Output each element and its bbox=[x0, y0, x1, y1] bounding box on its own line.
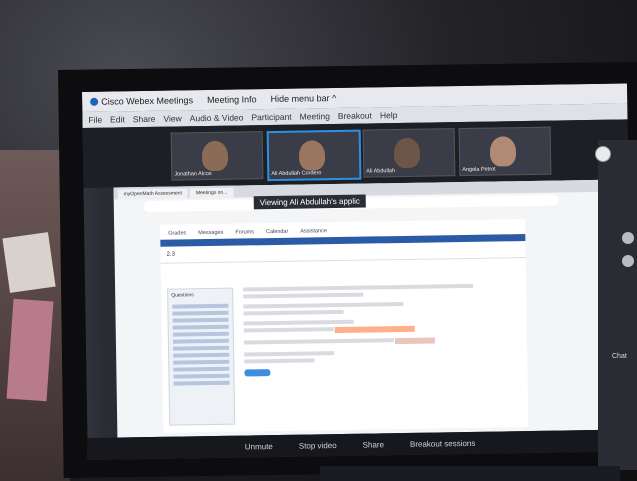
question-link[interactable] bbox=[173, 352, 230, 358]
menu-help[interactable]: Help bbox=[380, 110, 398, 120]
nav-calendar[interactable]: Calendar bbox=[266, 229, 288, 235]
shared-browser-window: myOpenMath Assessment Meetings on... Vie… bbox=[113, 179, 603, 438]
question-list-sidebar: Questions bbox=[167, 287, 236, 426]
stop-video-button[interactable]: Stop video bbox=[299, 441, 337, 451]
browser-tab[interactable]: Meetings on... bbox=[189, 187, 234, 199]
unmute-button[interactable]: Unmute bbox=[245, 442, 273, 451]
os-taskbar bbox=[320, 466, 620, 481]
browser-tab[interactable]: myOpenMath Assessment bbox=[117, 188, 189, 200]
submit-row bbox=[244, 366, 519, 379]
question-content bbox=[243, 283, 520, 422]
menu-meeting[interactable]: Meeting bbox=[300, 111, 330, 121]
webex-logo-icon bbox=[90, 97, 99, 106]
question-link[interactable] bbox=[172, 310, 229, 316]
video-strip: Jonathan Alcos Ali Abdullah Cordero Ali … bbox=[82, 119, 629, 188]
menu-audio-video[interactable]: Audio & Video bbox=[190, 112, 244, 123]
nav-grades[interactable]: Grades bbox=[168, 230, 186, 236]
participant-name: Ali Abdullah bbox=[366, 168, 396, 175]
lms-page: Grades Messages Forums Calendar Assistan… bbox=[160, 219, 529, 433]
meeting-info-button[interactable]: Meeting Info bbox=[207, 94, 257, 105]
nav-forums[interactable]: Forums bbox=[235, 229, 254, 235]
participant-face bbox=[393, 137, 421, 169]
menu-participant[interactable]: Participant bbox=[251, 112, 291, 123]
question-link[interactable] bbox=[172, 303, 229, 309]
nav-messages[interactable]: Messages bbox=[198, 230, 223, 236]
hide-menu-button[interactable]: Hide menu bar ^ bbox=[270, 93, 336, 104]
menu-file[interactable]: File bbox=[88, 115, 102, 125]
participant-video[interactable]: Angela Petrot bbox=[458, 126, 552, 177]
question-part-b bbox=[243, 317, 519, 335]
monitor-screen: Cisco Webex Meetings Meeting Info Hide m… bbox=[82, 83, 633, 460]
question-text-block bbox=[243, 283, 518, 299]
sidebar-title: Questions bbox=[171, 292, 194, 299]
question-link[interactable] bbox=[173, 373, 230, 379]
question-link[interactable] bbox=[173, 359, 230, 365]
question-link[interactable] bbox=[173, 380, 230, 386]
webex-app-title: Cisco Webex Meetings bbox=[90, 95, 193, 107]
question-part-c bbox=[243, 336, 519, 347]
menu-share[interactable]: Share bbox=[133, 114, 156, 124]
submit-button[interactable] bbox=[244, 369, 271, 377]
answer-input-highlight[interactable] bbox=[335, 325, 416, 334]
share-button[interactable]: Share bbox=[363, 440, 384, 449]
camera-icon[interactable] bbox=[595, 146, 611, 162]
participant-video[interactable]: Jonathan Alcos bbox=[170, 131, 264, 181]
participant-name: Jonathan Alcos bbox=[174, 170, 212, 178]
photo-scene: Cisco Webex Meetings Meeting Info Hide m… bbox=[0, 0, 637, 481]
question-link[interactable] bbox=[173, 345, 230, 351]
participant-name: Ali Abdullah Cordero bbox=[271, 170, 322, 178]
participant-name: Angela Petrot bbox=[462, 166, 496, 174]
participant-video-active[interactable]: Ali Abdullah Cordero bbox=[266, 129, 362, 182]
question-link[interactable] bbox=[172, 317, 229, 323]
participant-face bbox=[489, 136, 517, 167]
question-link[interactable] bbox=[172, 331, 229, 337]
paper-note bbox=[2, 232, 56, 293]
participant-face bbox=[201, 140, 229, 172]
menu-breakout[interactable]: Breakout bbox=[338, 110, 372, 121]
chat-panel-label[interactable]: Chat bbox=[612, 353, 627, 360]
dropdown-select[interactable] bbox=[395, 337, 436, 345]
panel-avatar bbox=[622, 232, 634, 244]
breakout-button[interactable]: Breakout sessions bbox=[410, 438, 476, 448]
question-part-a bbox=[243, 300, 518, 316]
question-link[interactable] bbox=[173, 366, 230, 372]
question-link[interactable] bbox=[172, 324, 229, 330]
menu-view[interactable]: View bbox=[163, 113, 181, 123]
question-link[interactable] bbox=[172, 338, 229, 344]
menu-edit[interactable]: Edit bbox=[110, 114, 125, 124]
participant-video[interactable]: Ali Abdullah bbox=[362, 128, 456, 178]
viewing-share-banner: Viewing Ali Abdullah's applic bbox=[253, 194, 366, 210]
participant-face bbox=[298, 140, 326, 171]
pink-object bbox=[6, 298, 54, 402]
question-part-d bbox=[244, 349, 519, 364]
side-panel bbox=[598, 140, 637, 470]
nav-assistance[interactable]: Assistance bbox=[300, 228, 327, 234]
panel-avatar bbox=[622, 255, 634, 267]
